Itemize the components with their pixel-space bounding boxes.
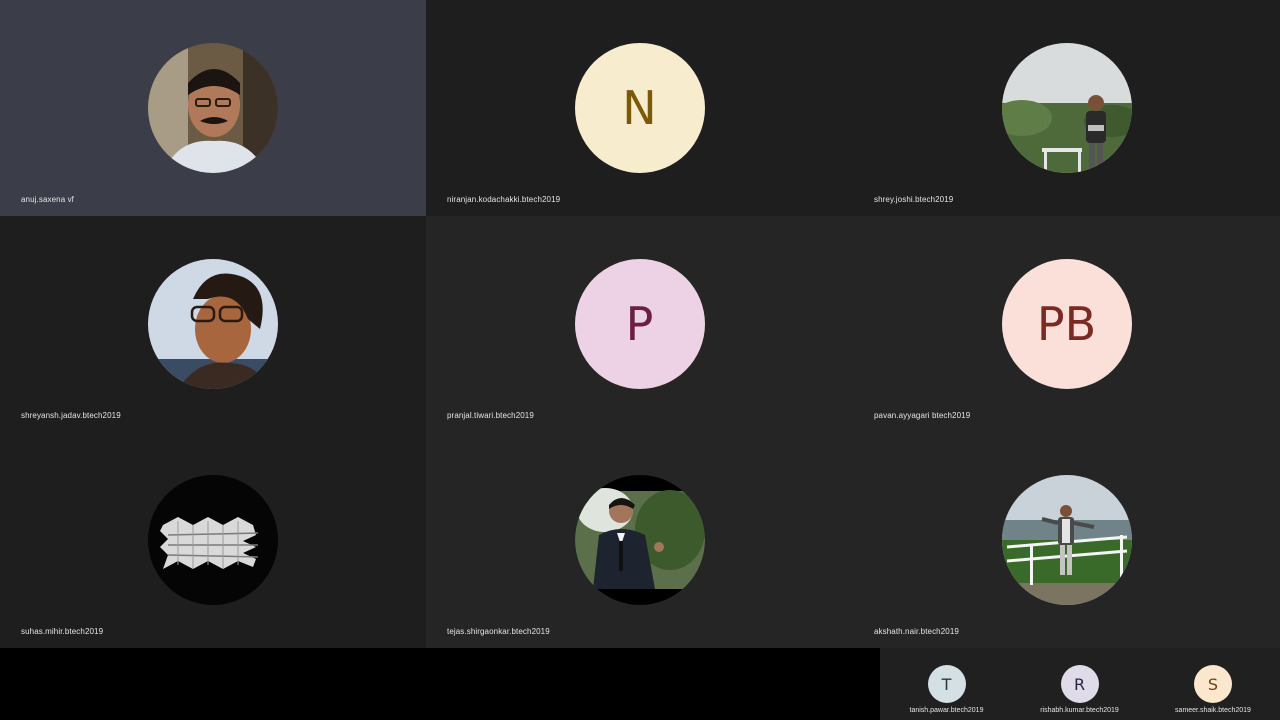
- photo-man-suit-icon: [574, 475, 705, 605]
- avatar-initials-text: PB: [1036, 297, 1097, 351]
- participant-name: shrey.joshi.btech2019: [874, 195, 954, 204]
- participant-name: pranjal.tiwari.btech2019: [447, 411, 534, 420]
- participant-tile[interactable]: tejas.shirgaonkar.btech2019: [426, 432, 853, 648]
- avatar-initials: S: [1194, 665, 1232, 703]
- photo-man-glasses-icon: [148, 43, 278, 173]
- avatar-initials: R: [1060, 665, 1099, 703]
- avatar: [1001, 475, 1132, 605]
- avatar-initials: P: [574, 259, 705, 389]
- participant-tile[interactable]: shreyansh.jadav.btech2019: [0, 216, 426, 432]
- avatar-initials-text: P: [625, 297, 654, 351]
- avatar-initials-text: N: [622, 81, 657, 135]
- participant-tile[interactable]: anuj.saxena vf: [0, 0, 426, 216]
- avatar-initials: N: [574, 43, 705, 173]
- paper-fold-icon: [148, 475, 278, 605]
- overflow-strip: T tanish.pawar.btech2019 R rishabh.kumar…: [0, 648, 1280, 720]
- photo-man-landscape-icon: [1001, 43, 1132, 173]
- avatar-initials: PB: [1001, 259, 1132, 389]
- participant-tile[interactable]: N niranjan.kodachakki.btech2019: [426, 0, 853, 216]
- avatar: [574, 475, 705, 605]
- avatar: [148, 259, 278, 389]
- participant-tile[interactable]: akshath.nair.btech2019: [853, 432, 1280, 648]
- participant-name: shreyansh.jadav.btech2019: [21, 411, 121, 420]
- video-grid: anuj.saxena vf N niranjan.kodachakki.bte…: [0, 0, 1280, 648]
- avatar: [1001, 43, 1132, 173]
- overflow-participant-tile[interactable]: R rishabh.kumar.btech2019: [1013, 648, 1146, 720]
- avatar-initials-text: S: [1207, 674, 1219, 694]
- participant-name: tanish.pawar.btech2019: [909, 707, 984, 714]
- participant-tile[interactable]: suhas.mihir.btech2019: [0, 432, 426, 648]
- participant-tile[interactable]: P pranjal.tiwari.btech2019: [426, 216, 853, 432]
- overflow-participant-tile[interactable]: S sameer.shaik.btech2019: [1146, 648, 1280, 720]
- photo-man-railing-icon: [1001, 475, 1132, 605]
- participant-tile[interactable]: PB pavan.ayyagari btech2019: [853, 216, 1280, 432]
- participant-name: tejas.shirgaonkar.btech2019: [447, 627, 550, 636]
- avatar: [148, 43, 278, 173]
- participant-name: pavan.ayyagari btech2019: [874, 411, 971, 420]
- participant-name: niranjan.kodachakki.btech2019: [447, 195, 561, 204]
- participant-name: rishabh.kumar.btech2019: [1040, 707, 1119, 714]
- avatar-initials-text: T: [941, 674, 952, 694]
- overflow-participant-tile[interactable]: T tanish.pawar.btech2019: [880, 648, 1013, 720]
- participant-name: akshath.nair.btech2019: [874, 627, 959, 636]
- avatar-initials: T: [927, 665, 966, 703]
- participant-name: anuj.saxena vf: [21, 195, 74, 204]
- participant-name: suhas.mihir.btech2019: [21, 627, 104, 636]
- participant-tile[interactable]: shrey.joshi.btech2019: [853, 0, 1280, 216]
- avatar-initials-text: R: [1073, 674, 1086, 694]
- avatar: [148, 475, 278, 605]
- photo-man-sky-icon: [148, 259, 278, 389]
- participant-name: sameer.shaik.btech2019: [1175, 707, 1251, 714]
